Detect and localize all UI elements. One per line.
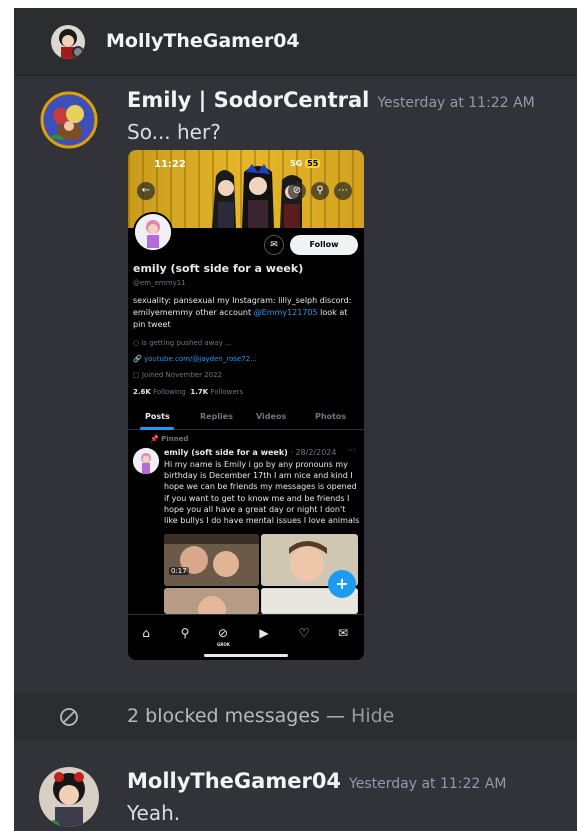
profile-counts: 2.6K Following 1.7K Followers [133, 388, 243, 396]
bell-icon: ♡ [298, 626, 310, 640]
message-timestamp: Yesterday at 11:22 AM [349, 776, 507, 792]
network-label: 5G [290, 159, 303, 168]
compose-plus-icon: + [328, 570, 356, 598]
search-nav-icon: ⚲ [180, 626, 190, 640]
twitter-bottom-nav: ⌂ ⚲ ⊘ GROK ▶ ♡ ✉ [128, 614, 364, 660]
status-network: 5G 55 [290, 159, 321, 168]
status-time: 11:22 [154, 159, 186, 170]
profile-location: ○ is getting pushed away ... [133, 339, 232, 347]
author-name[interactable]: MollyTheGamer04 [127, 769, 341, 793]
author-avatar[interactable] [39, 767, 99, 827]
image-attachment[interactable]: 11:22 5G 55 ← ⊘ ⚲ ⋯ ✉ Follow emily (soft … [128, 150, 364, 660]
tab-videos: Videos [256, 412, 287, 421]
followers-label: Followers [210, 388, 244, 396]
home-indicator [204, 654, 288, 657]
grok-icon: ⊘ [288, 182, 306, 200]
tab-photos: Photos [315, 412, 347, 421]
profile-handle: @em_emmy11 [133, 279, 186, 287]
pinned-text: Pinned [161, 435, 189, 443]
post-date: · 28/2/2024 [290, 448, 337, 457]
media-photo-3 [164, 588, 259, 614]
pinned-label: 📌 Pinned [150, 435, 189, 443]
tab-posts: Posts [145, 412, 170, 421]
blocked-icon [60, 708, 78, 726]
search-icon: ⚲ [311, 182, 329, 200]
play-icon: ▶ [259, 626, 269, 640]
more-icon: ⋯ [334, 182, 352, 200]
post-text: Hi my name is Emily i go by any pronouns… [164, 460, 360, 526]
profile-bio: sexuality: pansexual my Instagram: lilly… [133, 295, 361, 331]
header-avatar[interactable] [51, 25, 85, 59]
bio-mention: @Emmy121705 [253, 308, 318, 317]
profile-website: 🔗 youtube.com/@jayden_rose72... [133, 355, 257, 363]
follow-button: Follow [290, 235, 358, 255]
grok-nav-icon: ⊘ [217, 626, 229, 640]
back-arrow-icon: ← [137, 182, 155, 200]
active-tab-indicator [140, 427, 174, 430]
tab-replies: Replies [200, 412, 233, 421]
battery-level: 55 [305, 159, 321, 168]
mail-icon: ✉ [264, 235, 284, 255]
profile-joined: □ Joined November 2022 [133, 371, 223, 379]
mail-nav-icon: ✉ [337, 626, 349, 640]
message-author[interactable]: MollyTheGamer04 Yesterday at 11:22 AM [127, 769, 506, 793]
location-text: is getting pushed away ... [141, 339, 232, 347]
blocked-messages-bar: 2 blocked messages — Hide [14, 693, 577, 741]
chat-panel: MollyTheGamer04 Emily | SodorCentral Yest… [14, 8, 577, 831]
post-avatar [133, 448, 159, 474]
home-icon: ⌂ [142, 626, 150, 640]
post-media: 0:17 [164, 534, 358, 614]
grok-label: GROK [217, 642, 230, 647]
message-text: So... her? [127, 120, 221, 144]
post-more-icon: ··· [348, 446, 356, 455]
blocked-count-text: 2 blocked messages [127, 705, 320, 727]
blocked-separator: — [319, 705, 352, 727]
followers-count: 1.7K [190, 388, 209, 396]
video-duration: 0:17 [169, 567, 189, 575]
following-count: 2.6K [133, 388, 151, 396]
message-timestamp: Yesterday at 11:22 AM [377, 95, 535, 111]
post-author: emily (soft side for a week) [164, 448, 288, 457]
hide-link[interactable]: Hide [351, 705, 394, 727]
blocked-messages-text: 2 blocked messages — Hide [127, 705, 394, 727]
profile-name: emily (soft side for a week) [133, 262, 304, 275]
post-header: emily (soft side for a week) · 28/2/2024 [164, 448, 336, 457]
author-avatar[interactable] [39, 90, 99, 150]
following-label: Following [153, 388, 186, 396]
message-author[interactable]: Emily | SodorCentral Yesterday at 11:22 A… [127, 88, 535, 112]
profile-avatar [133, 212, 173, 252]
website-text: youtube.com/@jayden_rose72... [143, 355, 257, 363]
joined-text: Joined November 2022 [141, 371, 223, 379]
message-text: Yeah. [127, 801, 181, 825]
author-name[interactable]: Emily | SodorCentral [127, 88, 369, 112]
media-photo-1: 0:17 [164, 534, 259, 586]
header-username[interactable]: MollyTheGamer04 [106, 30, 300, 52]
channel-header: MollyTheGamer04 [14, 8, 577, 76]
